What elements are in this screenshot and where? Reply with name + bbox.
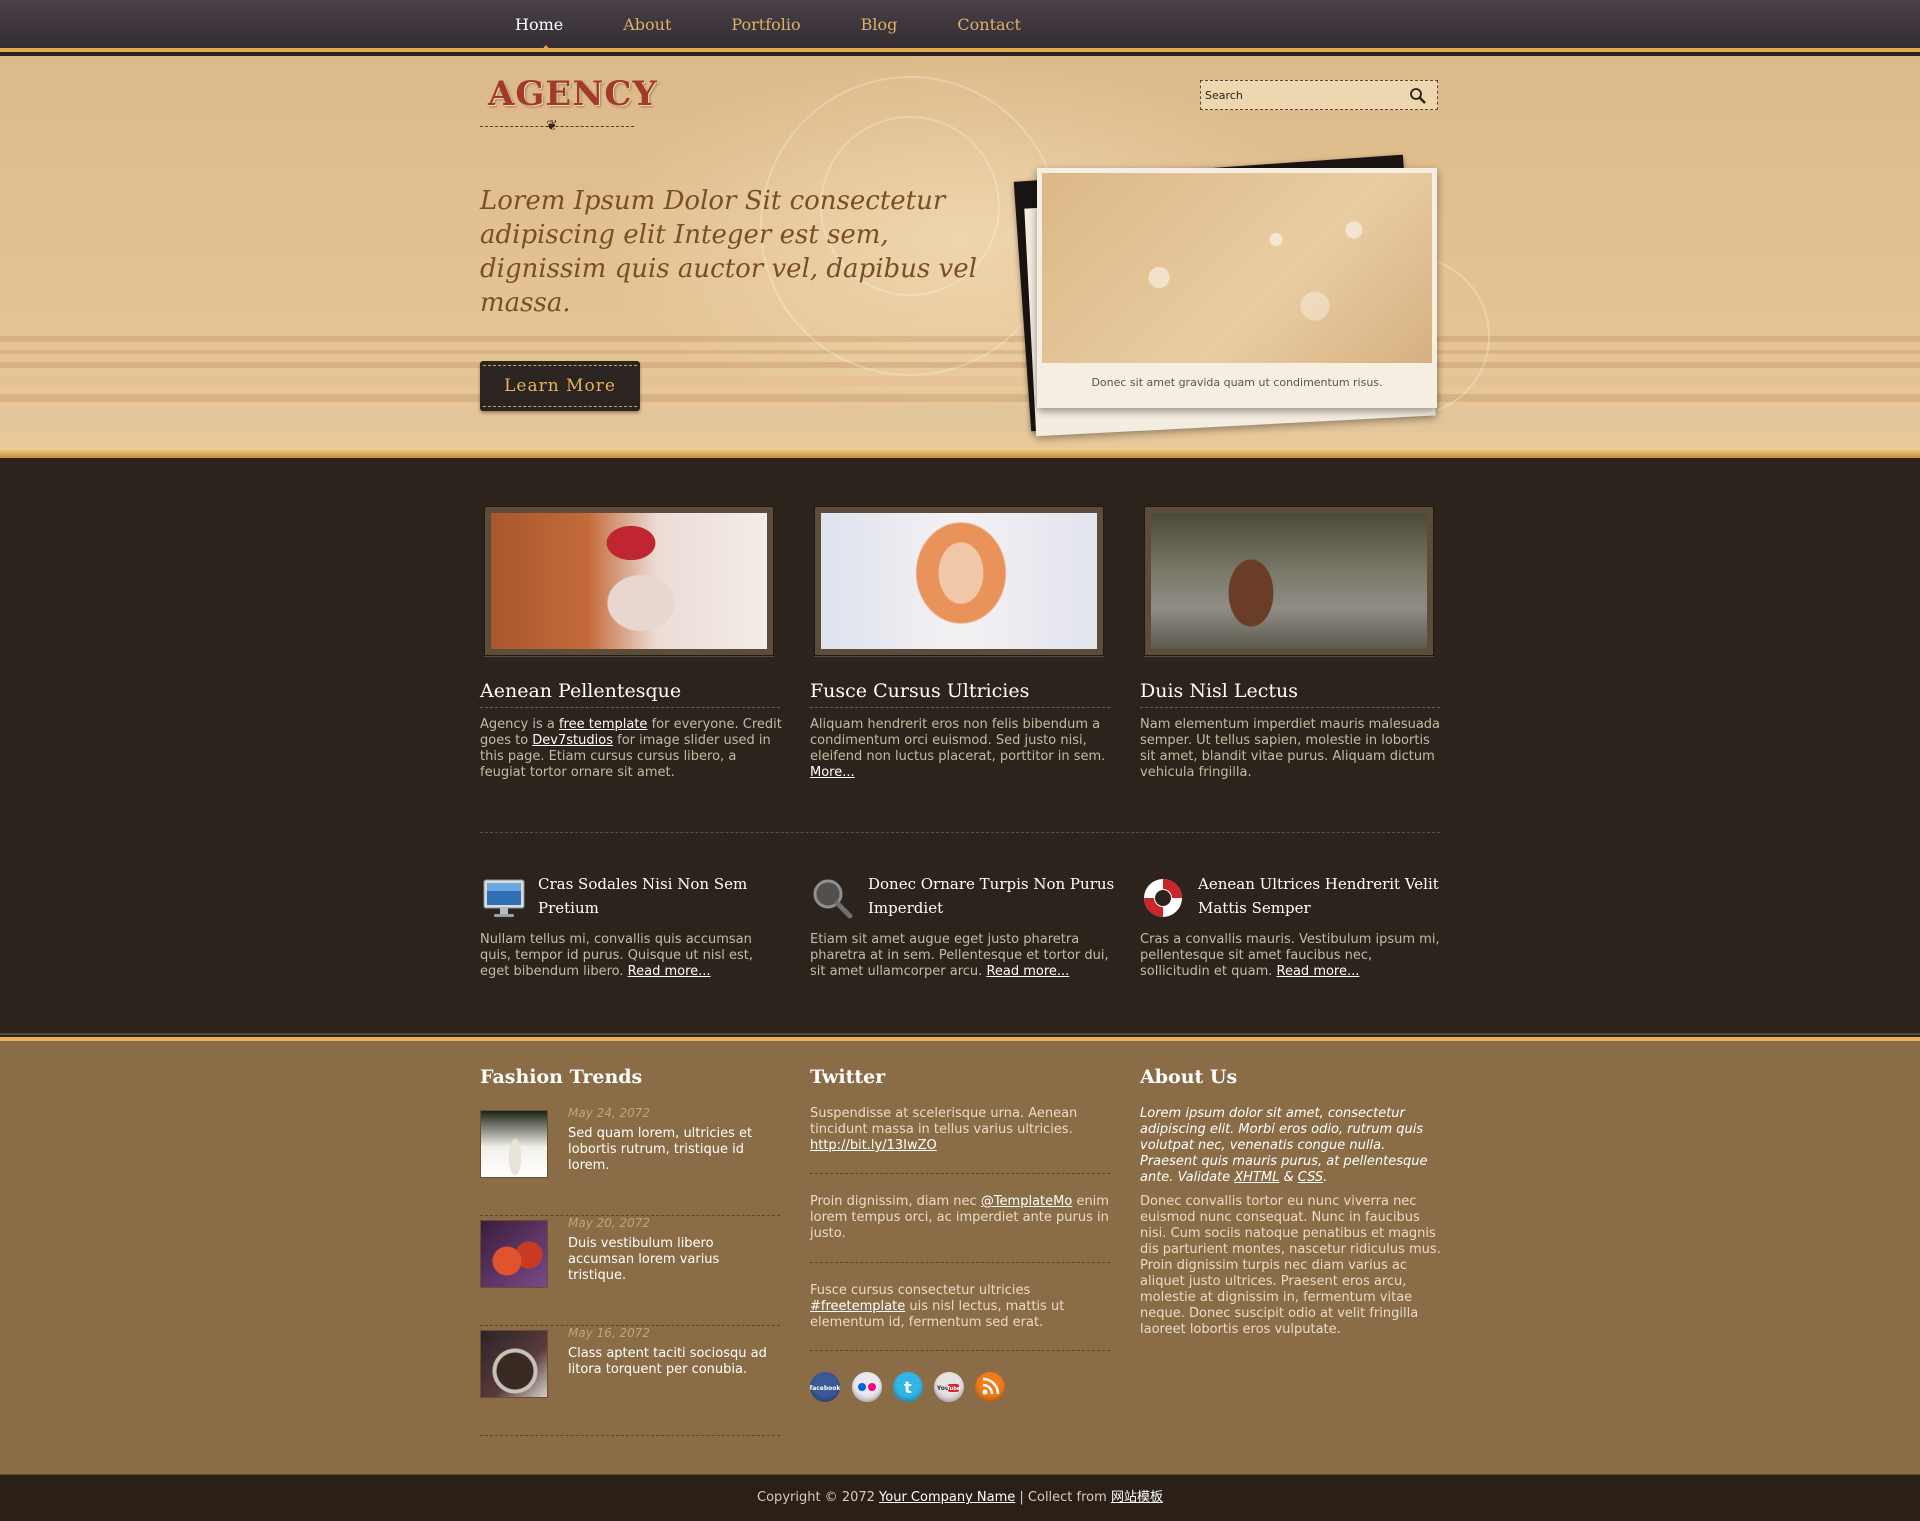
more-link[interactable]: More... <box>810 765 855 780</box>
service-title-2: Donec Ornare Turpis Non Purus Imperdiet <box>868 875 1115 917</box>
feature-photo <box>821 513 1097 649</box>
xhtml-link[interactable]: XHTML <box>1234 1170 1279 1185</box>
logo-ornament-icon: ❦ <box>546 118 558 134</box>
flickr-icon[interactable] <box>852 1372 882 1402</box>
search-box <box>1200 80 1438 110</box>
about-intro: Lorem ipsum dolor sit amet, consectetur … <box>1140 1106 1428 1185</box>
feature-photo <box>491 513 767 649</box>
fashion-thumbnail <box>480 1220 548 1288</box>
nav-item-contact[interactable]: Contact <box>927 0 1051 52</box>
read-more-link[interactable]: Read more... <box>628 964 711 979</box>
nav-item-home[interactable]: Home <box>480 0 593 52</box>
nav-item-portfolio[interactable]: Portfolio <box>701 0 830 52</box>
copyright-bar: Copyright © 2072 Your Company Name | Col… <box>0 1474 1920 1521</box>
fashion-thumbnail <box>480 1330 548 1398</box>
about-body: Donec convallis tortor eu nunc viverra n… <box>1140 1194 1441 1337</box>
tweet-link[interactable]: http://bit.ly/13IwZO <box>810 1138 937 1153</box>
twitter-title: Twitter <box>810 1066 886 1088</box>
fashion-text: Duis vestibulum libero accumsan lorem va… <box>568 1236 720 1283</box>
feature-title-2: Fusce Cursus Ultricies <box>810 680 1110 708</box>
search-icon[interactable] <box>1409 87 1427 105</box>
lifebuoy-icon <box>1144 879 1182 917</box>
image-slider[interactable]: Donec sit amet gravida quam ut condiment… <box>1037 168 1437 408</box>
feature-text-3: Nam elementum imperdiet mauris malesuada… <box>1140 717 1441 780</box>
feature-image-3[interactable] <box>1144 506 1434 656</box>
logo-text: AGENCY <box>488 74 658 114</box>
tweet-text: Suspendisse at scelerisque urna. Aenean … <box>810 1106 1078 1153</box>
youtube-icon[interactable]: You Tube <box>934 1372 964 1402</box>
tweet: Proin dignissim, diam nec @TemplateMo en… <box>810 1194 1110 1242</box>
nav-menu: Home About Portfolio Blog Contact <box>480 0 1051 52</box>
top-navigation: Home About Portfolio Blog Contact <box>0 0 1920 52</box>
tweet-divider <box>810 1262 1110 1263</box>
service-text-3: Cras a convallis mauris. Vestibulum ipsu… <box>1140 932 1440 979</box>
feature-title-1: Aenean Pellentesque <box>480 680 780 708</box>
svg-text:Tube: Tube <box>947 1386 961 1392</box>
monitor-icon <box>483 879 525 917</box>
fashion-item[interactable]: May 16, 2072 Class aptent taciti sociosq… <box>480 1326 780 1436</box>
hero-bottom-border <box>0 448 1920 458</box>
service-text-2: Etiam sit amet augue eget justo pharetra… <box>810 932 1109 979</box>
feature-image-2[interactable] <box>814 506 1104 656</box>
feature-image-1[interactable] <box>484 506 774 656</box>
rss-icon[interactable] <box>975 1372 1005 1402</box>
fashion-date: May 24, 2072 <box>568 1106 651 1120</box>
read-more-link[interactable]: Read more... <box>986 964 1069 979</box>
feature-title-3: Duis Nisl Lectus <box>1140 680 1440 708</box>
slider-caption: Donec sit amet gravida quam ut condiment… <box>1091 376 1383 389</box>
facebook-icon[interactable]: facebook <box>810 1372 841 1402</box>
read-more-link[interactable]: Read more... <box>1277 964 1360 979</box>
footer-top-band <box>0 1028 1920 1048</box>
tweet: Suspendisse at scelerisque urna. Aenean … <box>810 1106 1110 1154</box>
feature-photo <box>1151 513 1427 649</box>
learn-more-label: Learn More <box>483 365 637 407</box>
hero-headline: Lorem Ipsum Dolor Sit consectetur adipis… <box>480 186 977 318</box>
nav-item-about[interactable]: About <box>593 0 701 52</box>
section-divider <box>480 832 1440 833</box>
twitter-icon[interactable]: t <box>893 1372 923 1402</box>
svg-text:t: t <box>904 1378 912 1397</box>
tweet-link[interactable]: #freetemplate <box>810 1299 905 1314</box>
service-text-1: Nullam tellus mi, convallis quis accumsa… <box>480 932 754 979</box>
tweet-divider <box>810 1173 1110 1174</box>
css-link[interactable]: CSS <box>1298 1170 1323 1185</box>
fashion-text: Sed quam lorem, ultricies et lobortis ru… <box>568 1126 753 1173</box>
search-input[interactable] <box>1205 85 1405 105</box>
nav-item-blog[interactable]: Blog <box>831 0 928 52</box>
magnifier-icon <box>813 879 853 919</box>
fashion-item[interactable]: May 20, 2072 Duis vestibulum libero accu… <box>480 1216 780 1326</box>
free-template-link[interactable]: free template <box>559 717 647 732</box>
tweet: Fusce cursus consectetur ultricies #free… <box>810 1283 1110 1331</box>
about-us-title: About Us <box>1140 1066 1238 1088</box>
site-logo[interactable]: AGENCY ❦ <box>480 74 658 136</box>
fashion-item[interactable]: May 24, 2072 Sed quam lorem, ultricies e… <box>480 1106 780 1216</box>
company-link[interactable]: Your Company Name <box>879 1490 1015 1505</box>
fashion-divider <box>480 1435 780 1436</box>
slider-image <box>1042 173 1432 363</box>
service-title-1: Cras Sodales Nisi Non Sem Pretium <box>538 875 748 917</box>
feature-text-1: Agency is a free template for everyone. … <box>480 717 782 780</box>
fashion-text: Class aptent taciti sociosqu ad litora t… <box>568 1346 767 1377</box>
learn-more-button[interactable]: Learn More <box>480 361 640 411</box>
fashion-trends-title: Fashion Trends <box>480 1066 643 1088</box>
service-title-3: Aenean Ultrices Hendrerit Velit Mattis S… <box>1198 875 1439 917</box>
source-link[interactable]: 网站模板 <box>1111 1490 1163 1505</box>
tweet-text: Fusce cursus consectetur ultricies #free… <box>810 1283 1065 1330</box>
svg-text:facebook: facebook <box>810 1385 840 1392</box>
dev7studios-link[interactable]: Dev7studios <box>532 733 613 748</box>
tweet-link[interactable]: @TemplateMo <box>981 1194 1073 1209</box>
tweet-divider <box>810 1350 1110 1351</box>
fashion-thumbnail <box>480 1110 548 1178</box>
fashion-date: May 20, 2072 <box>568 1216 651 1230</box>
tweet-text: Proin dignissim, diam nec @TemplateMo en… <box>810 1194 1109 1241</box>
feature-text-2: Aliquam hendrerit eros non felis bibendu… <box>810 717 1106 780</box>
fashion-date: May 16, 2072 <box>568 1326 651 1340</box>
